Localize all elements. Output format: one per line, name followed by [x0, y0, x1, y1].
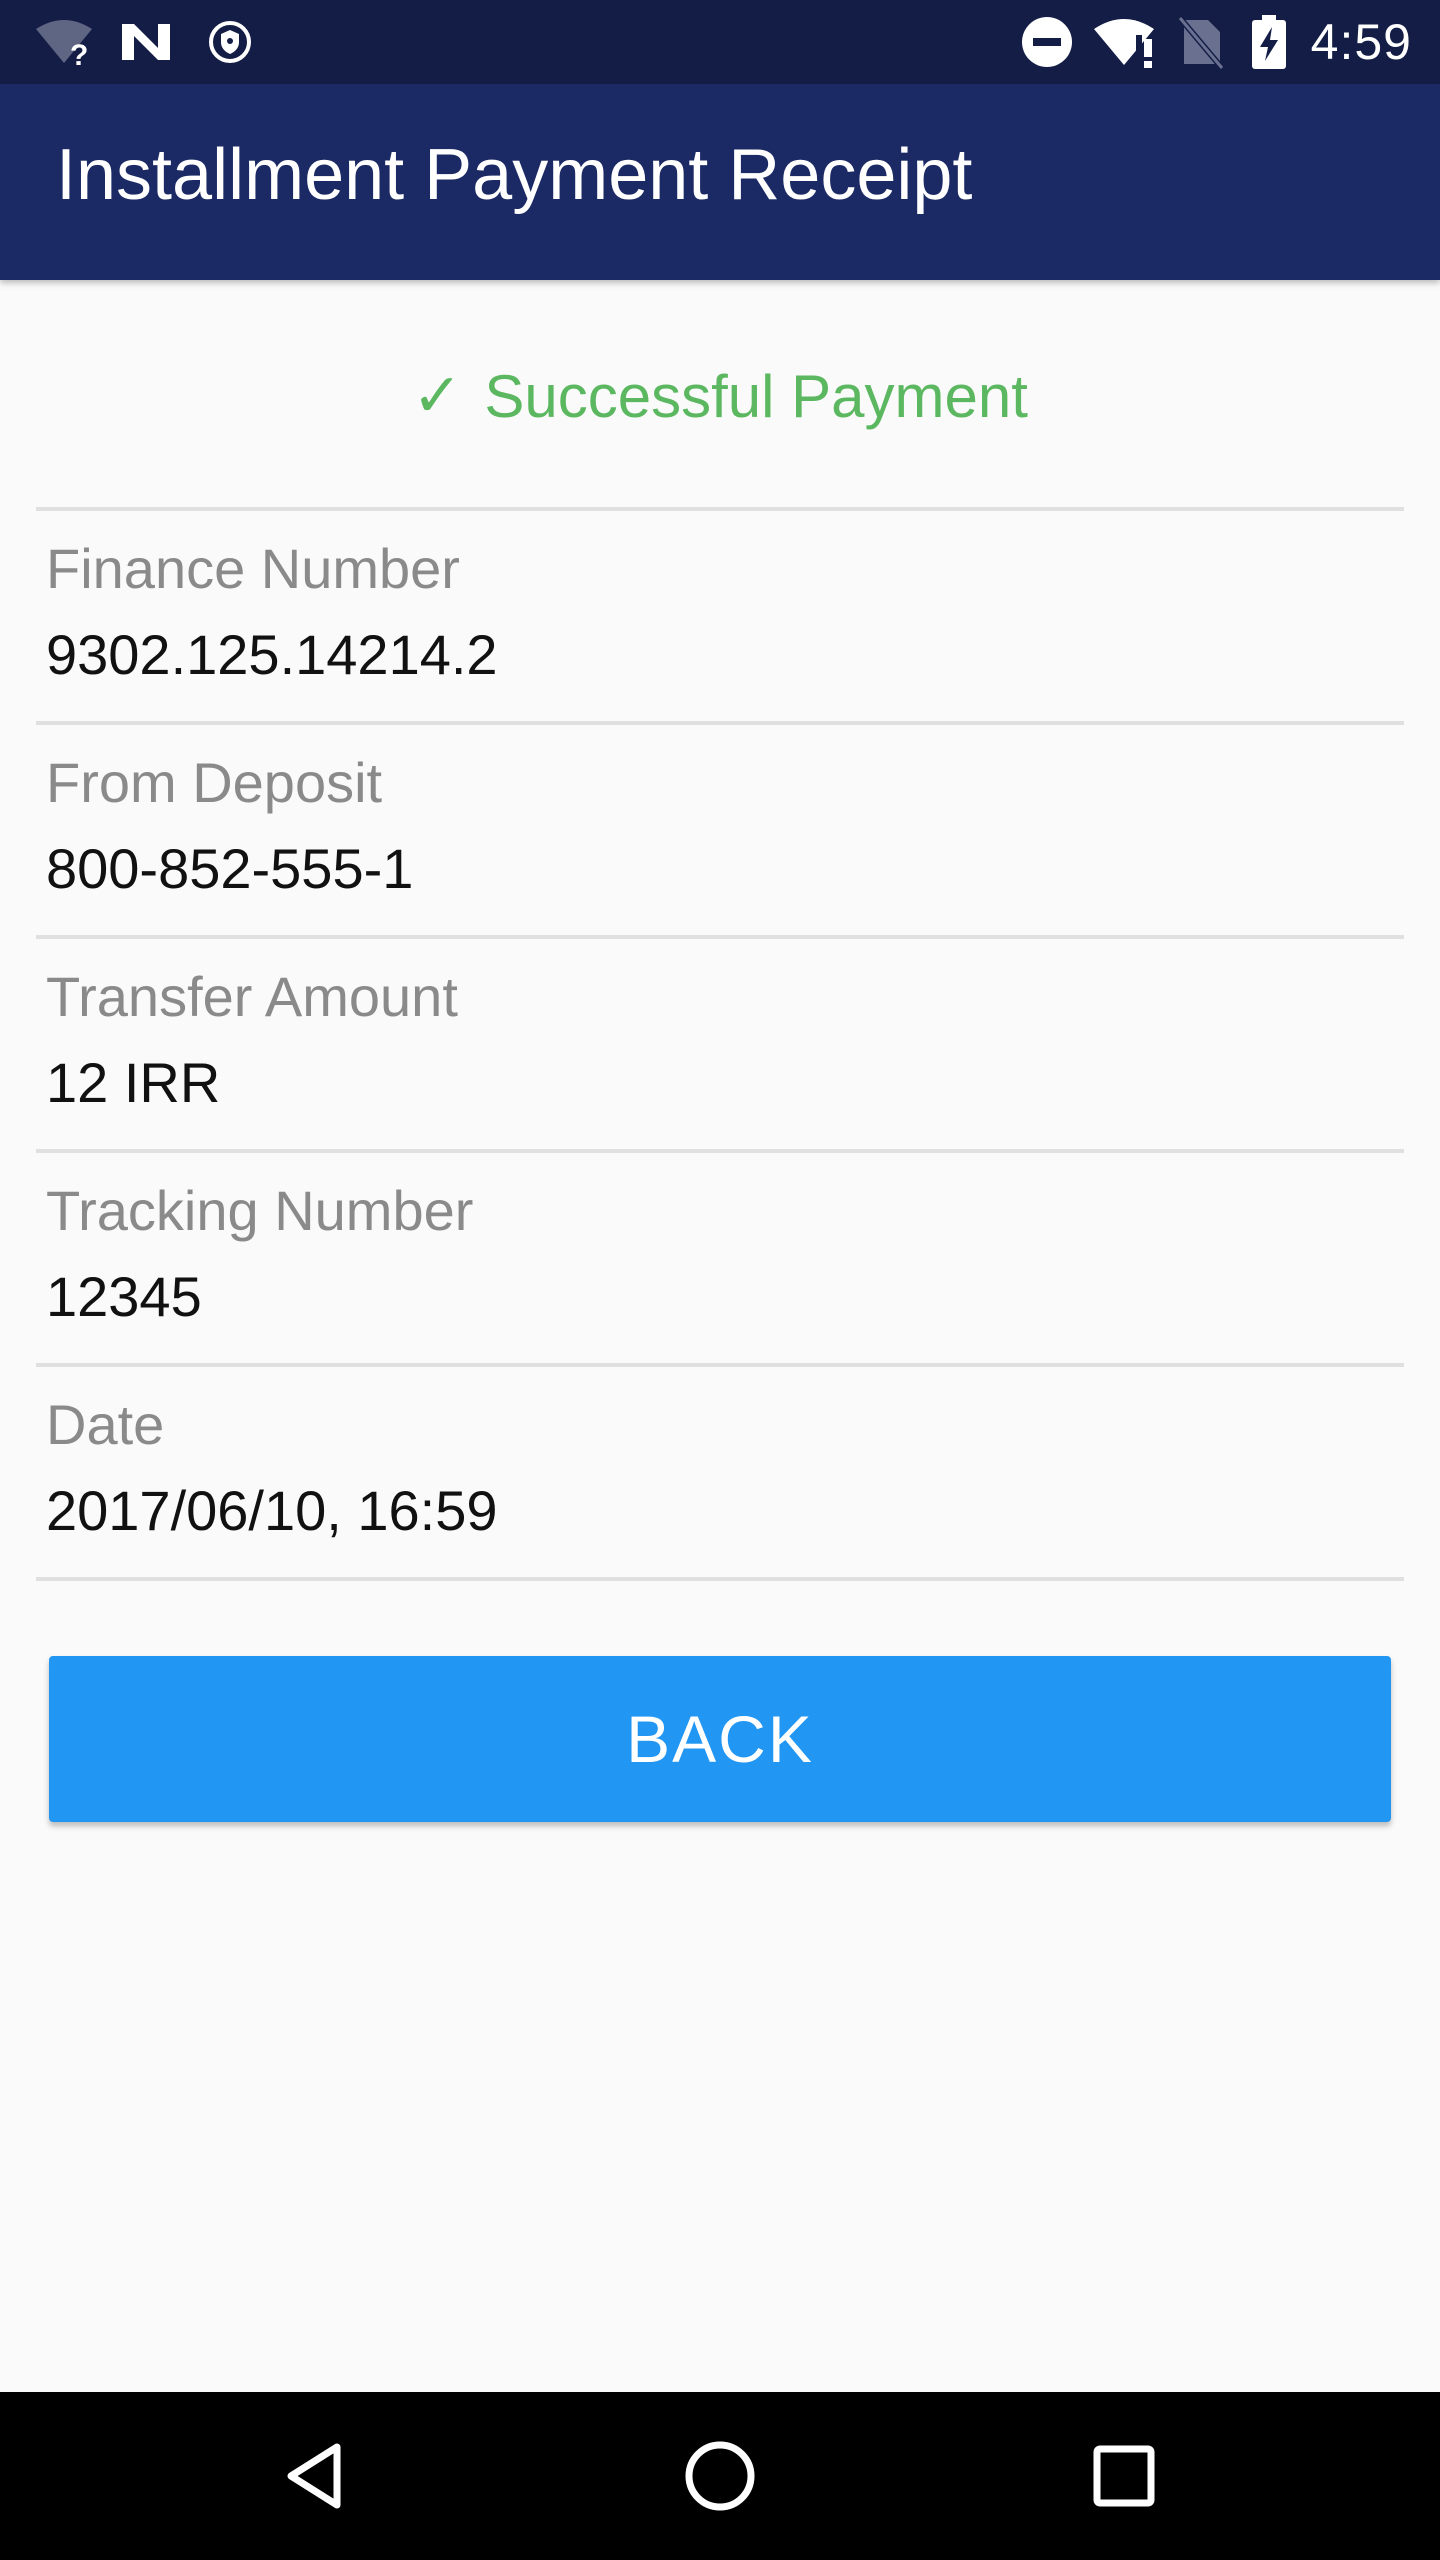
- receipt-row-tracking-number: Tracking Number 12345: [46, 1177, 1386, 1331]
- receipt-row-transfer-amount: Transfer Amount 12 IRR: [46, 963, 1386, 1117]
- checkmark-icon: ✓: [412, 362, 463, 429]
- receipt-row-label: Date: [46, 1393, 165, 1456]
- divider: [36, 721, 1404, 725]
- receipt-row-value: 12345: [46, 1265, 202, 1328]
- divider: [36, 507, 1404, 511]
- nav-recents-button[interactable]: [1054, 2392, 1194, 2560]
- receipt-row-value: 2017/06/10, 16:59: [46, 1479, 498, 1542]
- svg-text:?: ?: [70, 39, 88, 67]
- wifi-unknown-icon: ?: [32, 0, 96, 84]
- system-nav-bar: [0, 2392, 1440, 2560]
- no-sim-icon: [1176, 0, 1226, 84]
- receipt-row-value: 800-852-555-1: [46, 837, 414, 900]
- payment-status: ✓ Successful Payment: [0, 348, 1440, 444]
- app-bar: Installment Payment Receipt: [0, 84, 1440, 280]
- receipt-row-label: Transfer Amount: [46, 965, 458, 1028]
- nav-home-button[interactable]: [650, 2392, 790, 2560]
- battery-charging-icon: [1250, 0, 1288, 84]
- shield-icon: [208, 0, 252, 84]
- do-not-disturb-icon: [1020, 0, 1074, 84]
- receipt-row-value: 9302.125.14214.2: [46, 623, 498, 686]
- home-circle-icon: [685, 2441, 755, 2511]
- recents-square-icon: [1093, 2445, 1155, 2507]
- receipt-row-label: Finance Number: [46, 537, 460, 600]
- page-title: Installment Payment Receipt: [56, 135, 973, 215]
- n-logo-icon: [118, 0, 174, 84]
- payment-status-text: Successful Payment: [484, 362, 1028, 430]
- divider: [36, 1363, 1404, 1367]
- status-bar: ? 4:59: [0, 0, 1440, 84]
- divider: [36, 1149, 1404, 1153]
- receipt-row-date: Date 2017/06/10, 16:59: [46, 1391, 1386, 1545]
- back-triangle-icon: [287, 2443, 341, 2509]
- receipt-row-finance-number: Finance Number 9302.125.14214.2: [46, 535, 1386, 689]
- receipt-row-value: 12 IRR: [46, 1051, 221, 1114]
- wifi-alert-icon: [1092, 0, 1160, 84]
- back-button[interactable]: BACK: [49, 1656, 1391, 1822]
- divider: [36, 1577, 1404, 1581]
- nav-back-button[interactable]: [246, 2392, 386, 2560]
- divider: [36, 935, 1404, 939]
- receipt-row-label: Tracking Number: [46, 1179, 474, 1242]
- receipt-row-label: From Deposit: [46, 751, 383, 814]
- status-time: 4:59: [1310, 14, 1412, 70]
- receipt-row-from-deposit: From Deposit 800-852-555-1: [46, 749, 1386, 903]
